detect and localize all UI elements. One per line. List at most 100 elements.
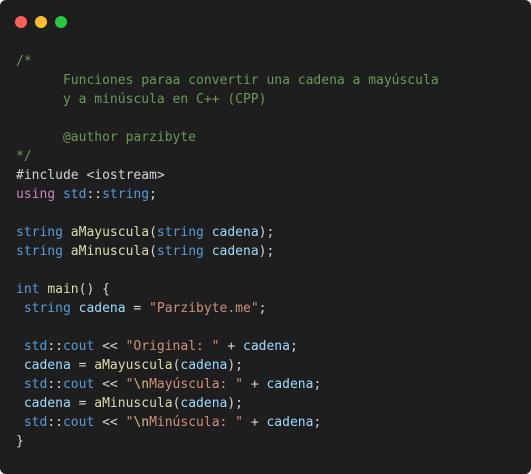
- code-token-escape: \n: [133, 377, 150, 392]
- code-token-default: ;: [313, 377, 322, 392]
- code-token-variable: cadena: [211, 225, 259, 240]
- code-token-type: int: [16, 282, 40, 297]
- code-token-function: main: [47, 282, 79, 297]
- code-token-default: [16, 301, 24, 316]
- code-token-type: std: [62, 187, 87, 202]
- code-token-default: [204, 225, 212, 240]
- code-token-function: aMayuscula: [94, 358, 173, 373]
- code-token-type: string: [102, 187, 150, 202]
- code-token-default: [55, 187, 63, 202]
- code-token-default: [63, 225, 71, 240]
- code-token-default: [16, 358, 24, 373]
- code-token-default: [16, 396, 24, 411]
- code-token-string: "Original: ": [125, 339, 220, 354]
- code-token-default: #include <iostream>: [16, 168, 165, 183]
- code-token-type: cout: [62, 377, 95, 392]
- code-token-string: Minúscula: ": [149, 415, 243, 430]
- code-token-default: }: [16, 434, 24, 449]
- code-token-default: ;: [289, 339, 298, 354]
- code-token-default: =: [70, 396, 95, 411]
- code-token-comment: */: [16, 149, 32, 164]
- code-token-comment: Funciones paraa convertir una cadena a m…: [16, 73, 439, 88]
- code-token-default: [204, 244, 212, 259]
- code-token-type: cout: [62, 415, 95, 430]
- code-token-default: );: [258, 244, 275, 259]
- code-line: std::cout << "\nMayúscula: " + cadena;: [16, 375, 439, 394]
- code-token-default: );: [227, 358, 244, 373]
- code-line: #include <iostream>: [16, 166, 439, 185]
- code-token-default: +: [243, 377, 267, 392]
- code-window: /* Funciones paraa convertir una cadena …: [0, 0, 531, 474]
- code-token-type: std: [23, 415, 48, 430]
- code-token-default: (: [149, 244, 157, 259]
- code-token-default: <<: [94, 415, 126, 430]
- minimize-dot-icon[interactable]: [35, 16, 47, 28]
- code-token-default: ;: [313, 415, 322, 430]
- code-token-function: aMinuscula: [70, 244, 150, 259]
- code-token-type: string: [156, 225, 204, 240]
- code-line: @author parzibyte: [16, 128, 439, 147]
- code-token-string: Mayúscula: ": [149, 377, 243, 392]
- code-token-default: [16, 339, 24, 354]
- code-token-variable: cadena: [266, 377, 314, 392]
- code-line: std::cout << "\nMinúscula: " + cadena;: [16, 413, 439, 432]
- code-line: y a minúscula en C++ (CPP): [16, 90, 439, 109]
- code-token-comment: @author parzibyte: [16, 130, 197, 145]
- code-token-default: [16, 415, 24, 430]
- code-token-keyword: using: [16, 187, 56, 202]
- code-token-variable: cadena: [23, 396, 71, 411]
- code-token-type: string: [156, 244, 204, 259]
- code-token-operator: ::: [47, 377, 63, 392]
- code-token-default: () {: [78, 282, 110, 297]
- code-token-default: <<: [94, 339, 126, 354]
- code-token-default: );: [227, 396, 244, 411]
- code-token-type: string: [16, 244, 63, 259]
- code-line: string aMayuscula(string cadena);: [16, 223, 439, 242]
- code-token-variable: cadena: [180, 358, 228, 373]
- code-line: using std::string;: [16, 185, 439, 204]
- code-token-variable: cadena: [180, 396, 228, 411]
- code-token-operator: ::: [47, 415, 63, 430]
- code-block: /* Funciones paraa convertir una cadena …: [16, 52, 439, 451]
- code-token-variable: cadena: [211, 244, 259, 259]
- code-token-type: std: [23, 377, 48, 392]
- code-line: int main() {: [16, 280, 439, 299]
- code-token-variable: cadena: [266, 415, 314, 430]
- code-token-variable: cadena: [23, 358, 71, 373]
- code-token-operator: ::: [47, 339, 63, 354]
- code-token-variable: cadena: [243, 339, 290, 354]
- code-token-default: [71, 301, 79, 316]
- code-token-string: "Parzibyte.me": [149, 301, 259, 316]
- window-titlebar: [0, 0, 531, 40]
- code-token-default: ;: [258, 301, 267, 316]
- code-token-default: =: [125, 301, 150, 316]
- code-token-default: [16, 377, 24, 392]
- code-line: Funciones paraa convertir una cadena a m…: [16, 71, 439, 90]
- code-line: cadena = aMayuscula(cadena);: [16, 356, 439, 375]
- code-token-default: );: [258, 225, 275, 240]
- close-dot-icon[interactable]: [15, 16, 27, 28]
- code-line: string cadena = "Parzibyte.me";: [16, 299, 439, 318]
- code-token-function: aMinuscula: [94, 396, 173, 411]
- code-token-default: [63, 244, 71, 259]
- code-line: string aMinuscula(string cadena);: [16, 242, 439, 261]
- code-token-default: +: [243, 415, 267, 430]
- code-token-escape: \n: [133, 415, 150, 430]
- code-line: /*: [16, 52, 439, 71]
- code-token-type: string: [16, 225, 63, 240]
- code-token-default: +: [219, 339, 243, 354]
- code-token-comment: y a minúscula en C++ (CPP): [16, 92, 267, 107]
- code-line: */: [16, 147, 439, 166]
- code-token-comment: /*: [16, 54, 32, 69]
- maximize-dot-icon[interactable]: [55, 16, 67, 28]
- code-token-variable: cadena: [78, 301, 126, 316]
- code-line: std::cout << "Original: " + cadena;: [16, 337, 439, 356]
- code-token-default: <<: [94, 377, 126, 392]
- code-token-default: =: [70, 358, 95, 373]
- code-token-default: ;: [149, 187, 157, 202]
- code-token-function: aMayuscula: [70, 225, 150, 240]
